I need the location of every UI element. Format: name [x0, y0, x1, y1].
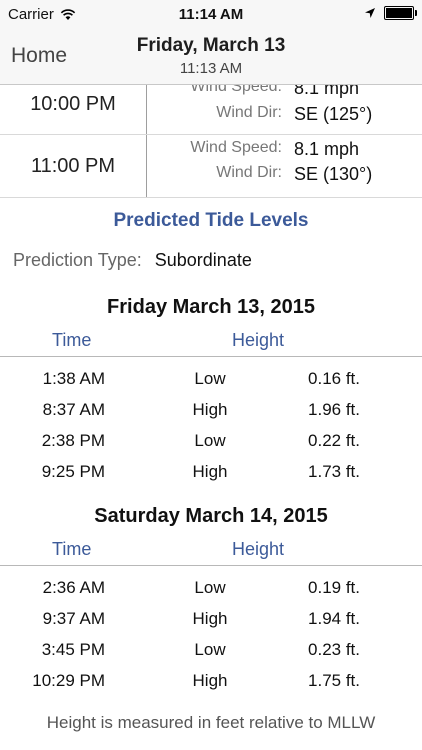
tide-time: 3:45 PM — [41, 640, 105, 659]
weather-time: 11:00 PM — [30, 155, 116, 177]
tide-kind: Low — [194, 640, 226, 659]
tide-time: 9:37 AM — [42, 609, 105, 628]
tide-time: 8:37 AM — [42, 400, 105, 419]
tide-time: 2:38 PM — [41, 431, 105, 450]
tide-height: 0.16 ft. — [308, 369, 360, 388]
wind-dir-label: Wind Dir: — [216, 104, 282, 121]
tide-height: 0.22 ft. — [308, 431, 360, 450]
wind-speed-label: Wind Speed: — [190, 139, 282, 156]
tide-row: 9:25 PM High 1.73 ft. — [0, 456, 422, 487]
location-arrow-icon — [365, 8, 375, 18]
weather-row: 10:00 PM Wind Speed: 8.1 mph Wind Dir: S… — [0, 84, 422, 135]
status-bar: Carrier 11:14 AM — [0, 0, 422, 30]
wind-dir-value: SE (130°) — [294, 164, 373, 184]
row-divider — [146, 84, 147, 134]
tide-time: 9:25 PM — [41, 462, 105, 481]
tide-section-title: Predicted Tide Levels — [113, 210, 309, 231]
tide-height: 1.73 ft. — [308, 462, 360, 481]
tide-height: 1.94 ft. — [308, 609, 360, 628]
page-title: Friday, March 13 — [136, 35, 286, 56]
tide-kind: Low — [194, 431, 226, 450]
tide-table: 1:38 AM Low 0.16 ft. 8:37 AM High 1.96 f… — [0, 363, 422, 487]
tide-row: 8:37 AM High 1.96 ft. — [0, 394, 422, 425]
tide-kind: High — [192, 609, 228, 628]
wind-dir-label: Wind Dir: — [216, 164, 282, 181]
tide-height: 0.19 ft. — [308, 578, 360, 597]
col-header-time: Time — [52, 539, 92, 559]
battery-icon — [384, 6, 417, 20]
prediction-type: Prediction Type: Subordinate — [0, 250, 422, 278]
col-header-height: Height — [232, 539, 285, 559]
footer-note: Height is measured in feet relative to M… — [46, 713, 376, 732]
tide-time: 1:38 AM — [42, 369, 105, 388]
tide-kind: Low — [194, 578, 226, 597]
tide-row: 10:29 PM High 1.75 ft. — [0, 665, 422, 696]
tide-row: 2:38 PM Low 0.22 ft. — [0, 425, 422, 456]
wind-speed-value: 8.1 mph — [294, 139, 360, 159]
tide-row: 1:38 AM Low 0.16 ft. — [0, 363, 422, 394]
row-divider — [146, 135, 147, 197]
wind-speed-value: 8.1 mph — [294, 84, 360, 98]
weather-row: 11:00 PM Wind Speed: 8.1 mph Wind Dir: S… — [0, 135, 422, 198]
tide-row: 9:37 AM High 1.94 ft. — [0, 603, 422, 634]
tide-kind: Low — [194, 369, 226, 388]
tide-kind: High — [192, 671, 228, 690]
tide-height: 1.96 ft. — [308, 400, 360, 419]
tide-time: 2:36 AM — [42, 578, 105, 597]
day-heading: Friday March 13, 2015 — [107, 296, 315, 318]
status-time: 11:14 AM — [178, 6, 244, 23]
tide-row: 3:45 PM Low 0.23 ft. — [0, 634, 422, 665]
navigation-bar: Home Friday, March 13 11:13 AM — [0, 30, 422, 85]
tide-kind: High — [192, 462, 228, 481]
tide-column-headers: Time Height — [0, 330, 422, 357]
scroll-content[interactable]: 10:00 PM Wind Speed: 8.1 mph Wind Dir: S… — [0, 84, 422, 750]
tide-column-headers: Time Height — [0, 539, 422, 566]
wind-speed-label: Wind Speed: — [190, 84, 282, 95]
day-heading: Saturday March 14, 2015 — [94, 505, 328, 527]
col-header-height: Height — [232, 330, 285, 350]
prediction-type-value: Subordinate — [154, 250, 252, 270]
tide-row: 2:36 AM Low 0.19 ft. — [0, 572, 422, 603]
prediction-type-label: Prediction Type: — [13, 250, 142, 270]
weather-time: 10:00 PM — [30, 93, 116, 115]
wind-dir-value: SE (125°) — [294, 104, 373, 124]
page-subtitle: 11:13 AM — [179, 60, 243, 77]
col-header-time: Time — [52, 330, 92, 350]
tide-kind: High — [192, 400, 228, 419]
tide-height: 1.75 ft. — [308, 671, 360, 690]
tide-table: 2:36 AM Low 0.19 ft. 9:37 AM High 1.94 f… — [0, 572, 422, 696]
tide-time: 10:29 PM — [32, 671, 105, 690]
tide-height: 0.23 ft. — [308, 640, 360, 659]
